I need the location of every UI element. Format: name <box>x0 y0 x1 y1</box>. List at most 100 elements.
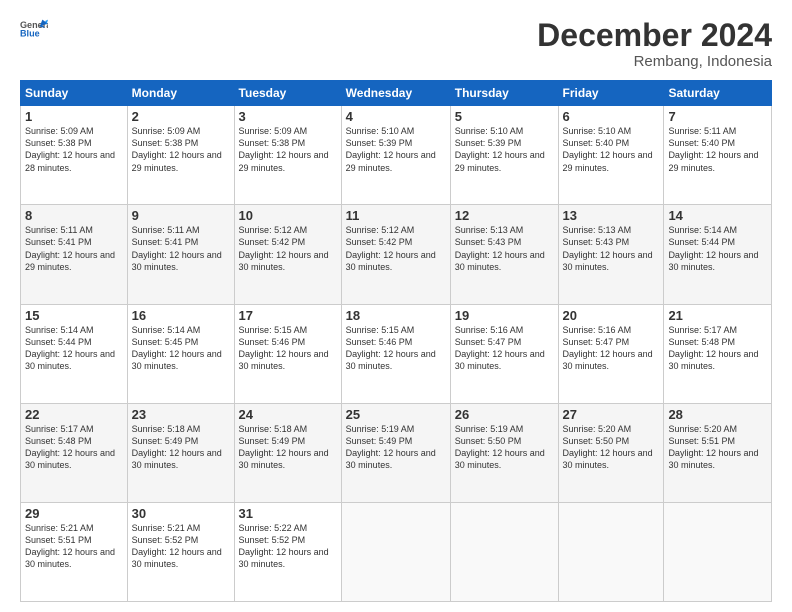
day-number: 25 <box>346 407 446 422</box>
day-header-sunday: Sunday <box>21 81 128 106</box>
day-detail: Sunrise: 5:20 AMSunset: 5:51 PMDaylight:… <box>668 423 767 472</box>
svg-text:Blue: Blue <box>20 28 40 38</box>
day-detail: Sunrise: 5:18 AMSunset: 5:49 PMDaylight:… <box>239 423 337 472</box>
calendar-cell <box>450 502 558 601</box>
day-number: 17 <box>239 308 337 323</box>
day-detail: Sunrise: 5:14 AMSunset: 5:44 PMDaylight:… <box>668 224 767 273</box>
day-detail: Sunrise: 5:09 AMSunset: 5:38 PMDaylight:… <box>25 125 123 174</box>
day-detail: Sunrise: 5:15 AMSunset: 5:46 PMDaylight:… <box>346 324 446 373</box>
calendar-header-row: SundayMondayTuesdayWednesdayThursdayFrid… <box>21 81 772 106</box>
day-number: 20 <box>563 308 660 323</box>
calendar-cell <box>558 502 664 601</box>
day-detail: Sunrise: 5:12 AMSunset: 5:42 PMDaylight:… <box>346 224 446 273</box>
day-number: 7 <box>668 109 767 124</box>
calendar-cell: 23Sunrise: 5:18 AMSunset: 5:49 PMDayligh… <box>127 403 234 502</box>
day-detail: Sunrise: 5:11 AMSunset: 5:41 PMDaylight:… <box>132 224 230 273</box>
calendar-cell: 12Sunrise: 5:13 AMSunset: 5:43 PMDayligh… <box>450 205 558 304</box>
day-number: 9 <box>132 208 230 223</box>
calendar-week-1: 1Sunrise: 5:09 AMSunset: 5:38 PMDaylight… <box>21 106 772 205</box>
day-detail: Sunrise: 5:13 AMSunset: 5:43 PMDaylight:… <box>455 224 554 273</box>
month-title: December 2024 <box>537 18 772 53</box>
day-header-tuesday: Tuesday <box>234 81 341 106</box>
calendar-page: General Blue December 2024 Rembang, Indo… <box>0 0 792 612</box>
day-detail: Sunrise: 5:14 AMSunset: 5:45 PMDaylight:… <box>132 324 230 373</box>
calendar-cell: 4Sunrise: 5:10 AMSunset: 5:39 PMDaylight… <box>341 106 450 205</box>
day-number: 22 <box>25 407 123 422</box>
day-number: 5 <box>455 109 554 124</box>
day-number: 15 <box>25 308 123 323</box>
day-detail: Sunrise: 5:11 AMSunset: 5:41 PMDaylight:… <box>25 224 123 273</box>
day-detail: Sunrise: 5:21 AMSunset: 5:52 PMDaylight:… <box>132 522 230 571</box>
day-header-friday: Friday <box>558 81 664 106</box>
calendar-cell: 14Sunrise: 5:14 AMSunset: 5:44 PMDayligh… <box>664 205 772 304</box>
day-number: 14 <box>668 208 767 223</box>
day-detail: Sunrise: 5:17 AMSunset: 5:48 PMDaylight:… <box>668 324 767 373</box>
calendar-cell: 16Sunrise: 5:14 AMSunset: 5:45 PMDayligh… <box>127 304 234 403</box>
day-header-monday: Monday <box>127 81 234 106</box>
day-number: 23 <box>132 407 230 422</box>
day-number: 18 <box>346 308 446 323</box>
calendar-cell: 10Sunrise: 5:12 AMSunset: 5:42 PMDayligh… <box>234 205 341 304</box>
calendar-cell: 21Sunrise: 5:17 AMSunset: 5:48 PMDayligh… <box>664 304 772 403</box>
calendar-cell: 22Sunrise: 5:17 AMSunset: 5:48 PMDayligh… <box>21 403 128 502</box>
calendar-week-3: 15Sunrise: 5:14 AMSunset: 5:44 PMDayligh… <box>21 304 772 403</box>
calendar-cell: 6Sunrise: 5:10 AMSunset: 5:40 PMDaylight… <box>558 106 664 205</box>
day-detail: Sunrise: 5:14 AMSunset: 5:44 PMDaylight:… <box>25 324 123 373</box>
day-detail: Sunrise: 5:13 AMSunset: 5:43 PMDaylight:… <box>563 224 660 273</box>
day-number: 11 <box>346 208 446 223</box>
calendar-cell <box>664 502 772 601</box>
day-number: 4 <box>346 109 446 124</box>
day-detail: Sunrise: 5:16 AMSunset: 5:47 PMDaylight:… <box>563 324 660 373</box>
day-header-saturday: Saturday <box>664 81 772 106</box>
calendar-cell: 13Sunrise: 5:13 AMSunset: 5:43 PMDayligh… <box>558 205 664 304</box>
calendar-cell: 5Sunrise: 5:10 AMSunset: 5:39 PMDaylight… <box>450 106 558 205</box>
calendar-cell: 7Sunrise: 5:11 AMSunset: 5:40 PMDaylight… <box>664 106 772 205</box>
day-detail: Sunrise: 5:16 AMSunset: 5:47 PMDaylight:… <box>455 324 554 373</box>
calendar-week-4: 22Sunrise: 5:17 AMSunset: 5:48 PMDayligh… <box>21 403 772 502</box>
day-number: 29 <box>25 506 123 521</box>
calendar-cell: 15Sunrise: 5:14 AMSunset: 5:44 PMDayligh… <box>21 304 128 403</box>
calendar-week-5: 29Sunrise: 5:21 AMSunset: 5:51 PMDayligh… <box>21 502 772 601</box>
day-header-wednesday: Wednesday <box>341 81 450 106</box>
calendar-cell <box>341 502 450 601</box>
day-detail: Sunrise: 5:17 AMSunset: 5:48 PMDaylight:… <box>25 423 123 472</box>
day-detail: Sunrise: 5:22 AMSunset: 5:52 PMDaylight:… <box>239 522 337 571</box>
day-number: 10 <box>239 208 337 223</box>
day-number: 2 <box>132 109 230 124</box>
calendar-cell: 27Sunrise: 5:20 AMSunset: 5:50 PMDayligh… <box>558 403 664 502</box>
day-number: 8 <box>25 208 123 223</box>
day-number: 16 <box>132 308 230 323</box>
day-detail: Sunrise: 5:20 AMSunset: 5:50 PMDaylight:… <box>563 423 660 472</box>
day-detail: Sunrise: 5:10 AMSunset: 5:39 PMDaylight:… <box>455 125 554 174</box>
day-detail: Sunrise: 5:12 AMSunset: 5:42 PMDaylight:… <box>239 224 337 273</box>
day-number: 1 <box>25 109 123 124</box>
day-detail: Sunrise: 5:09 AMSunset: 5:38 PMDaylight:… <box>239 125 337 174</box>
logo-icon: General Blue <box>20 18 48 38</box>
calendar-cell: 1Sunrise: 5:09 AMSunset: 5:38 PMDaylight… <box>21 106 128 205</box>
day-detail: Sunrise: 5:18 AMSunset: 5:49 PMDaylight:… <box>132 423 230 472</box>
calendar-cell: 18Sunrise: 5:15 AMSunset: 5:46 PMDayligh… <box>341 304 450 403</box>
calendar-cell: 31Sunrise: 5:22 AMSunset: 5:52 PMDayligh… <box>234 502 341 601</box>
day-number: 6 <box>563 109 660 124</box>
day-detail: Sunrise: 5:11 AMSunset: 5:40 PMDaylight:… <box>668 125 767 174</box>
calendar-cell: 24Sunrise: 5:18 AMSunset: 5:49 PMDayligh… <box>234 403 341 502</box>
calendar-cell: 2Sunrise: 5:09 AMSunset: 5:38 PMDaylight… <box>127 106 234 205</box>
day-header-thursday: Thursday <box>450 81 558 106</box>
day-detail: Sunrise: 5:21 AMSunset: 5:51 PMDaylight:… <box>25 522 123 571</box>
calendar-cell: 20Sunrise: 5:16 AMSunset: 5:47 PMDayligh… <box>558 304 664 403</box>
day-number: 21 <box>668 308 767 323</box>
day-number: 13 <box>563 208 660 223</box>
calendar-cell: 26Sunrise: 5:19 AMSunset: 5:50 PMDayligh… <box>450 403 558 502</box>
calendar-cell: 19Sunrise: 5:16 AMSunset: 5:47 PMDayligh… <box>450 304 558 403</box>
day-number: 27 <box>563 407 660 422</box>
calendar-cell: 25Sunrise: 5:19 AMSunset: 5:49 PMDayligh… <box>341 403 450 502</box>
day-detail: Sunrise: 5:15 AMSunset: 5:46 PMDaylight:… <box>239 324 337 373</box>
calendar-table: SundayMondayTuesdayWednesdayThursdayFrid… <box>20 80 772 602</box>
calendar-cell: 9Sunrise: 5:11 AMSunset: 5:41 PMDaylight… <box>127 205 234 304</box>
header: General Blue December 2024 Rembang, Indo… <box>20 18 772 70</box>
day-number: 12 <box>455 208 554 223</box>
day-detail: Sunrise: 5:10 AMSunset: 5:40 PMDaylight:… <box>563 125 660 174</box>
calendar-cell: 17Sunrise: 5:15 AMSunset: 5:46 PMDayligh… <box>234 304 341 403</box>
calendar-cell: 29Sunrise: 5:21 AMSunset: 5:51 PMDayligh… <box>21 502 128 601</box>
day-number: 19 <box>455 308 554 323</box>
